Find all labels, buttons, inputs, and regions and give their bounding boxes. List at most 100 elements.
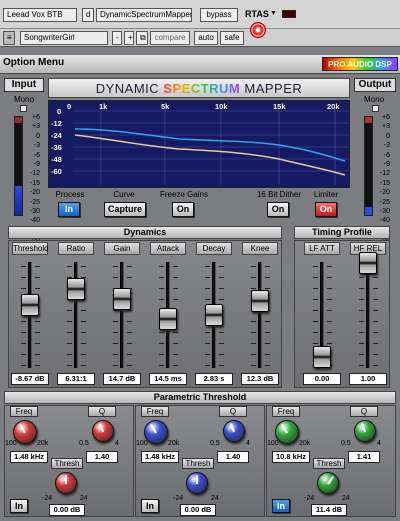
plugin-selector[interactable]: DynamicSpectrumMapper (96, 8, 192, 22)
fader-tick (219, 332, 224, 333)
dynamics-panel (8, 240, 282, 388)
copy-icon[interactable]: ⧉ (136, 31, 148, 45)
fader-tick (313, 310, 318, 311)
dynamics-fader-cap[interactable] (159, 308, 177, 330)
dynamics-fader-cap[interactable] (113, 288, 131, 310)
fader-tick (205, 288, 210, 289)
band-thresh-max: 24 (211, 495, 219, 502)
graph-x-tick: 15k (273, 102, 286, 111)
timing-fader-cap[interactable] (313, 346, 331, 368)
fader-tick (359, 277, 364, 278)
band-thresh-value[interactable]: 0.00 dB (49, 504, 85, 516)
graph-y-tick: 0 (57, 107, 62, 116)
dynamics-fader-cap[interactable] (67, 278, 85, 300)
band-thresh-knob[interactable] (186, 472, 208, 494)
preset-menu-icon[interactable]: ≡ (3, 31, 15, 45)
band-thresh-knob[interactable] (55, 472, 77, 494)
fader-tick (21, 343, 26, 344)
fader-tick (127, 277, 132, 278)
preset-selector[interactable]: SongwriterGirl (20, 31, 108, 45)
dynamics-fader-cap[interactable] (251, 290, 269, 312)
fader-tick (359, 310, 364, 311)
fader-tick (205, 299, 210, 300)
dynamics-fader-value[interactable]: 12.3 dB (241, 373, 279, 385)
dynamics-fader-value[interactable]: 14.7 dB (103, 373, 141, 385)
band-in-button[interactable]: In (10, 499, 28, 513)
output-mono-checkbox[interactable] (372, 105, 379, 112)
graph-y-tick: -24 (51, 131, 62, 140)
band-q-value[interactable]: 1.40 (86, 451, 118, 463)
meter-scale-tick: +6 (382, 114, 390, 121)
track-mode[interactable]: d (82, 8, 94, 22)
fader-tick (359, 299, 364, 300)
band-freq-value[interactable]: 1.48 kHz (141, 451, 179, 463)
knob-pointer (281, 423, 288, 434)
fader-tick (81, 310, 86, 311)
fader-tick (81, 343, 86, 344)
timing-fader-value[interactable]: 0.00 (303, 373, 341, 385)
fader-tick (373, 332, 378, 333)
graph-y-tick: -60 (51, 167, 62, 176)
curve-capture-button[interactable]: Capture (104, 202, 146, 217)
band-q-max: 4 (115, 440, 119, 447)
timing-fader-value[interactable]: 1.00 (349, 373, 387, 385)
dither-button[interactable]: On (267, 202, 289, 217)
limiter-button[interactable]: On (315, 202, 337, 217)
fader-tick (373, 299, 378, 300)
fader-tick (359, 365, 364, 366)
band-freq-value[interactable]: 1.48 kHz (10, 451, 48, 463)
dynamics-fader-cap[interactable] (21, 294, 39, 316)
dynamics-fader-label: Decay (196, 242, 232, 255)
fader-tick (173, 354, 178, 355)
dynamics-fader-value[interactable]: -8.67 dB (11, 373, 49, 385)
compare-button[interactable]: compare (150, 31, 190, 45)
band-q-value[interactable]: 1.41 (348, 451, 380, 463)
timing-fader-track[interactable] (366, 262, 370, 368)
band-q-value[interactable]: 1.40 (217, 451, 249, 463)
fader-tick (159, 332, 164, 333)
bypass-button[interactable]: bypass (200, 8, 238, 22)
dynamics-fader-value[interactable]: 2.83 s (195, 373, 233, 385)
band-in-button[interactable]: In (141, 499, 159, 513)
preset-next-button[interactable]: + (124, 31, 134, 45)
fader-tick (21, 332, 26, 333)
dynamics-fader-track[interactable] (258, 262, 262, 368)
freeze-gains-button[interactable]: On (172, 202, 194, 217)
dynamics-fader-label: Knee (242, 242, 278, 255)
band-q-knob[interactable] (92, 420, 114, 442)
option-menu[interactable]: Option Menu (3, 57, 64, 68)
knob-pointer (327, 476, 334, 485)
input-mono-checkbox[interactable] (20, 105, 27, 112)
band-thresh-knob[interactable] (317, 472, 339, 494)
freeze-gains-label: Freeze Gains (159, 190, 209, 199)
band-thresh-value[interactable]: 11.4 dB (311, 504, 347, 516)
timing-fader-cap[interactable] (359, 252, 377, 274)
fader-tick (265, 343, 270, 344)
track-selector[interactable]: Leead Vox BTB (3, 8, 77, 22)
dynamics-fader-value[interactable]: 6.31:1 (57, 373, 95, 385)
preset-prev-button[interactable]: - (112, 31, 122, 45)
knob-pointer (19, 423, 26, 434)
dynamics-fader-label: Gain (104, 242, 140, 255)
safe-button[interactable]: safe (220, 31, 244, 45)
band-q-knob[interactable] (354, 420, 376, 442)
meter-scale-tick: 0 (36, 132, 40, 140)
fader-tick (21, 321, 26, 322)
band-q-knob[interactable] (223, 420, 245, 442)
band-in-button[interactable]: In (272, 499, 290, 513)
spectrum-graph: 1k 5k 10k 15k 20k 0 0 -12 -24 -36 -48 -6… (48, 100, 350, 188)
fader-tick (113, 277, 118, 278)
fader-tick (35, 332, 40, 333)
fader-tick (251, 354, 256, 355)
band-thresh-value[interactable]: 0.00 dB (180, 504, 216, 516)
fader-tick (219, 354, 224, 355)
chevron-down-icon[interactable]: ▼ (270, 10, 277, 17)
auto-button[interactable]: auto (194, 31, 218, 45)
process-button[interactable]: In (58, 202, 80, 217)
fader-tick (373, 277, 378, 278)
dynamics-fader-value[interactable]: 14.5 ms (149, 373, 187, 385)
band-freq-value[interactable]: 10.8 kHz (272, 451, 310, 463)
dynamics-fader-cap[interactable] (205, 304, 223, 326)
dynamics-fader-track[interactable] (120, 262, 124, 368)
knob-pointer (196, 475, 198, 484)
